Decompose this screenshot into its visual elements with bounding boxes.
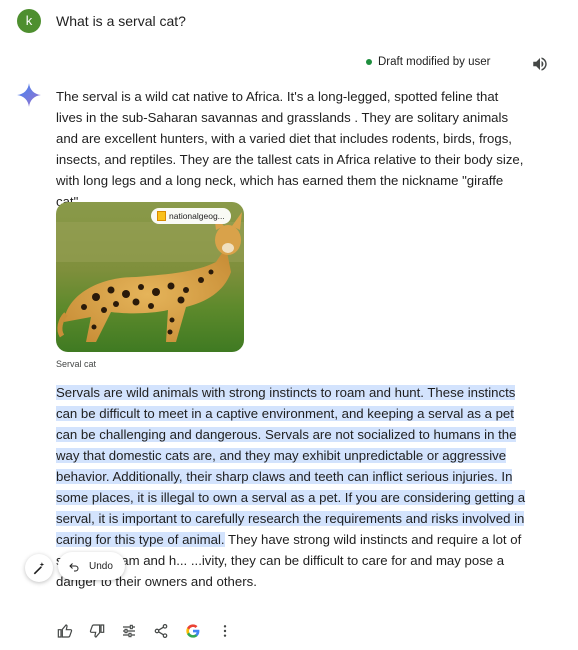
- undo-button[interactable]: Undo: [58, 552, 125, 580]
- more-options-button[interactable]: [216, 622, 234, 640]
- serval-photo: [56, 202, 244, 352]
- image-source-label: nationalgeog...: [169, 211, 225, 221]
- undo-label: Undo: [89, 560, 113, 572]
- more-vert-icon: [223, 625, 227, 637]
- user-query-text: What is a serval cat?: [56, 13, 186, 29]
- thumbs-up-icon: [57, 624, 73, 638]
- tune-icon: [123, 624, 135, 638]
- response-action-bar: [56, 622, 248, 640]
- gemini-sparkle-icon: [17, 83, 41, 107]
- share-icon: [154, 624, 168, 638]
- thumbs-down-icon: [89, 624, 105, 638]
- draft-status: Draft modified by user: [366, 56, 491, 68]
- undo-icon: [69, 563, 79, 572]
- response-paragraph-2[interactable]: Servals are wild animals with strong ins…: [56, 382, 526, 592]
- google-icon: [186, 624, 200, 638]
- natgeo-logo-icon: [157, 211, 166, 221]
- user-avatar: k: [17, 9, 41, 33]
- modify-response-button[interactable]: [120, 622, 138, 640]
- speaker-icon[interactable]: [531, 55, 549, 73]
- image-caption: Serval cat: [56, 359, 97, 369]
- response-paragraph-1: The serval is a wild cat native to Afric…: [56, 89, 524, 209]
- thumbs-down-button[interactable]: [88, 622, 106, 640]
- thumbs-up-button[interactable]: [56, 622, 74, 640]
- image-source-chip[interactable]: nationalgeog...: [151, 208, 231, 224]
- google-search-button[interactable]: [184, 622, 202, 640]
- highlighted-selection[interactable]: Servals are wild animals with strong ins…: [56, 385, 526, 547]
- edit-text-button[interactable]: [25, 554, 53, 582]
- draft-status-label: Draft modified by user: [378, 56, 491, 68]
- magic-pencil-icon: [33, 562, 45, 575]
- serval-image-card[interactable]: nationalgeog...: [56, 202, 244, 352]
- share-button[interactable]: [152, 622, 170, 640]
- status-dot-icon: [366, 59, 372, 65]
